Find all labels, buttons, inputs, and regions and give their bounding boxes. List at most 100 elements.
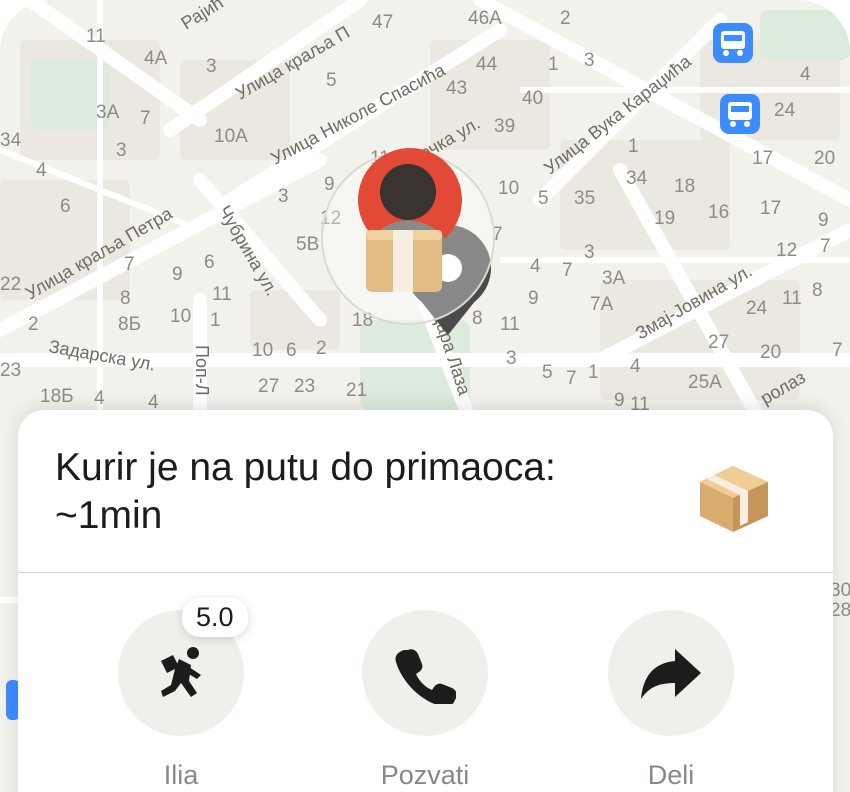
- svg-text:4: 4: [630, 356, 641, 377]
- svg-text:6: 6: [286, 340, 297, 361]
- running-courier-icon: [161, 647, 201, 697]
- svg-text:16: 16: [708, 202, 729, 223]
- svg-text:27: 27: [258, 376, 279, 397]
- svg-text:10: 10: [498, 178, 519, 199]
- svg-text:21: 21: [346, 380, 367, 401]
- svg-text:3: 3: [584, 50, 595, 71]
- svg-text:11: 11: [782, 288, 802, 309]
- svg-text:7: 7: [124, 254, 135, 275]
- svg-text:11: 11: [500, 314, 520, 335]
- svg-text:11: 11: [86, 26, 106, 47]
- bus-stop-icon: [720, 94, 760, 134]
- svg-text:43: 43: [446, 78, 467, 99]
- parcel-icon: [700, 466, 768, 532]
- svg-text:9: 9: [324, 174, 335, 195]
- svg-text:6: 6: [204, 252, 215, 273]
- svg-text:10: 10: [170, 306, 191, 327]
- svg-text:8Б: 8Б: [118, 314, 141, 335]
- svg-text:9: 9: [528, 288, 539, 309]
- svg-text:7: 7: [562, 260, 573, 281]
- svg-text:17: 17: [752, 148, 773, 169]
- courier-rating-badge: 5.0: [182, 598, 248, 637]
- svg-text:7: 7: [820, 236, 831, 257]
- svg-text:30: 30: [830, 580, 850, 601]
- svg-text:17: 17: [760, 198, 781, 219]
- svg-text:8: 8: [812, 280, 823, 301]
- svg-text:7: 7: [832, 340, 843, 361]
- svg-text:5В: 5В: [296, 234, 319, 255]
- svg-text:1: 1: [210, 310, 221, 331]
- svg-text:18: 18: [674, 176, 695, 197]
- svg-text:4: 4: [94, 388, 105, 409]
- delivery-eta-title: Kurir je na putu do primaoca: ~1min: [55, 446, 556, 537]
- svg-text:27: 27: [708, 332, 729, 353]
- svg-text:20: 20: [760, 342, 781, 363]
- courier-profile-button[interactable]: Ilia: [117, 610, 245, 791]
- svg-text:3А: 3А: [602, 268, 626, 289]
- svg-text:40: 40: [522, 88, 543, 109]
- svg-text:4: 4: [530, 256, 541, 277]
- svg-text:8: 8: [472, 308, 483, 329]
- svg-text:18Б: 18Б: [40, 386, 74, 407]
- share-label: Deli: [647, 760, 695, 790]
- divider: [18, 572, 833, 573]
- svg-text:28: 28: [830, 600, 850, 621]
- svg-text:12: 12: [776, 240, 797, 261]
- share-circle[interactable]: [608, 610, 734, 736]
- svg-text:4: 4: [36, 160, 47, 181]
- svg-text:24: 24: [774, 100, 796, 121]
- svg-text:1: 1: [588, 362, 599, 383]
- svg-text:35: 35: [574, 188, 595, 209]
- delivery-status-sheet: Kurir je na putu do primaoca: ~1min Ilia: [18, 410, 833, 792]
- svg-text:2: 2: [560, 8, 571, 29]
- svg-text:3: 3: [278, 186, 289, 207]
- svg-text:6: 6: [60, 196, 71, 217]
- svg-text:3: 3: [584, 242, 595, 263]
- bus-stop-icon: [713, 23, 753, 63]
- svg-text:5: 5: [538, 188, 549, 209]
- svg-text:9: 9: [818, 210, 829, 231]
- svg-text:10А: 10А: [214, 126, 248, 147]
- svg-text:39: 39: [494, 116, 515, 137]
- svg-text:4: 4: [800, 64, 811, 85]
- svg-text:34: 34: [0, 130, 22, 151]
- svg-text:1: 1: [548, 54, 559, 75]
- svg-text:9: 9: [614, 390, 625, 411]
- svg-text:7: 7: [140, 108, 151, 129]
- svg-text:20: 20: [814, 148, 835, 169]
- call-circle[interactable]: [362, 610, 488, 736]
- svg-text:23: 23: [294, 376, 315, 397]
- svg-text:5: 5: [326, 70, 337, 91]
- svg-text:3: 3: [116, 140, 127, 161]
- svg-text:23: 23: [0, 360, 21, 381]
- svg-text:22: 22: [0, 274, 21, 295]
- phone-icon: [395, 649, 456, 704]
- svg-text:47: 47: [372, 12, 393, 33]
- svg-text:1: 1: [628, 136, 639, 157]
- svg-text:8: 8: [120, 288, 131, 309]
- svg-text:44: 44: [476, 54, 498, 75]
- svg-text:3: 3: [206, 56, 217, 77]
- svg-text:2: 2: [28, 314, 39, 335]
- svg-text:5: 5: [542, 362, 553, 383]
- svg-text:9: 9: [172, 264, 183, 285]
- svg-text:19: 19: [654, 208, 675, 229]
- svg-text:34: 34: [626, 168, 648, 189]
- svg-text:2: 2: [316, 338, 327, 359]
- share-button[interactable]: Deli: [607, 610, 735, 791]
- svg-text:Поп-Л: Поп-Л: [192, 345, 212, 396]
- svg-text:7: 7: [566, 368, 577, 389]
- svg-text:24: 24: [746, 298, 768, 319]
- share-arrow-icon: [641, 649, 701, 699]
- svg-text:4А: 4А: [144, 48, 168, 69]
- svg-text:10: 10: [252, 340, 273, 361]
- call-label: Pozvati: [380, 760, 470, 790]
- call-button[interactable]: Pozvati: [361, 610, 489, 791]
- courier-name-label: Ilia: [163, 760, 199, 790]
- svg-text:46А: 46А: [468, 8, 502, 29]
- screen: Улица краља Петра Улица Николе Спасића У…: [0, 0, 850, 792]
- svg-text:7А: 7А: [590, 294, 614, 315]
- svg-text:11: 11: [212, 284, 232, 305]
- parcel-icon: [366, 230, 442, 292]
- svg-text:25А: 25А: [688, 372, 722, 393]
